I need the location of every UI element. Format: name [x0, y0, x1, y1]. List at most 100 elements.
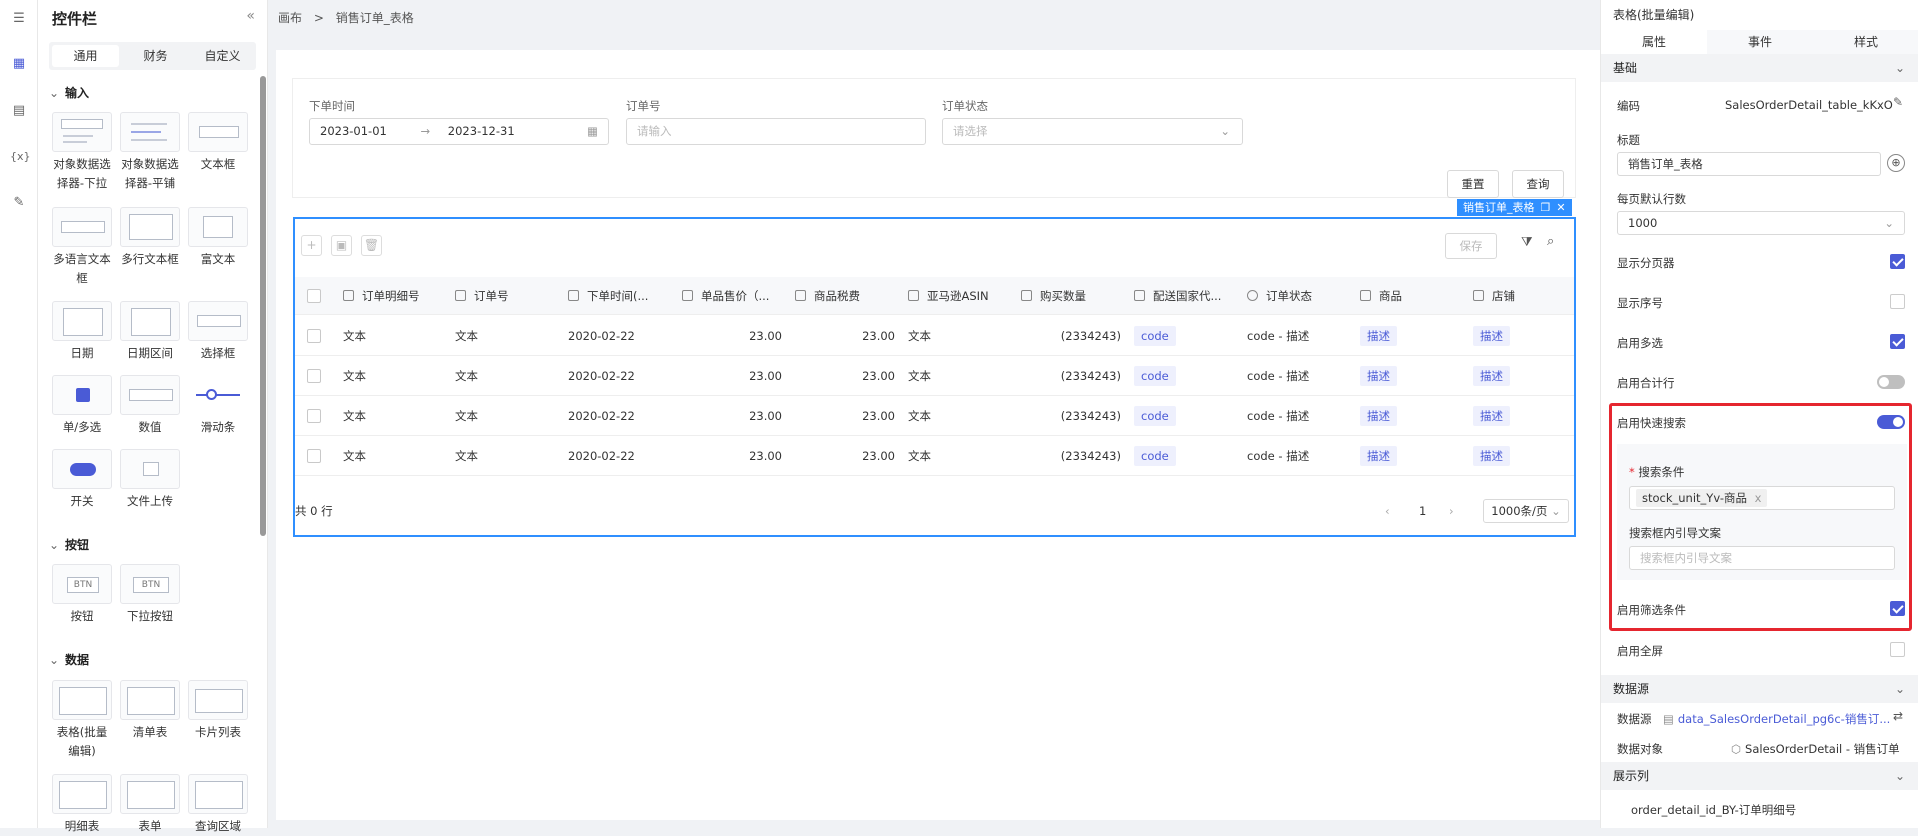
section-basic[interactable]: 基础 ⌄ [1601, 54, 1918, 82]
show-index-checkbox[interactable] [1890, 294, 1905, 309]
col-header[interactable]: 亚马逊ASIN [908, 277, 989, 315]
outline-icon[interactable]: ☰ [10, 10, 28, 28]
add-icon[interactable]: + [301, 235, 322, 256]
fullscreen-checkbox[interactable] [1890, 642, 1905, 657]
tab-properties[interactable]: 属性 [1601, 30, 1707, 54]
widget-number[interactable]: 数值 [120, 375, 180, 437]
widget-list-table[interactable]: 清单表 [120, 680, 180, 742]
tab-general[interactable]: 通用 [52, 45, 119, 67]
widget-object-tiled[interactable]: 对象数据选择器-平铺 [120, 112, 180, 193]
col-header[interactable]: 下单时间(... [568, 277, 648, 315]
selected-component-tag[interactable]: 销售订单_表格 ❐ ✕ [1457, 199, 1572, 216]
widget-multilang-textbox[interactable]: 多语言文本框 [52, 207, 112, 288]
table-row[interactable]: 文本 文本 2020-02-22 23.00 23.00 文本 (2334243… [295, 316, 1574, 356]
widget-detail-table[interactable]: 明细表 [52, 774, 112, 836]
widget-object-dropdown[interactable]: 对象数据选择器-下拉 [52, 112, 112, 193]
col-header[interactable]: 购买数量 [1021, 277, 1086, 315]
widget-switch[interactable]: 开关 [52, 449, 112, 511]
settings-icon[interactable]: ✎ [10, 194, 28, 212]
page-number[interactable]: 1 [1419, 501, 1426, 521]
row-checkbox[interactable] [307, 329, 321, 343]
multi-select-checkbox[interactable] [1890, 334, 1905, 349]
filter-icon[interactable]: ⧩ [1521, 235, 1533, 250]
status-select[interactable]: 请选择 ⌄ [942, 118, 1243, 145]
edit-icon[interactable]: ✎ [1893, 95, 1903, 109]
date-range-input[interactable]: 2023-01-01 → 2023-12-31 ▦ [309, 118, 609, 145]
select-all-checkbox[interactable] [307, 289, 321, 303]
section-button[interactable]: ⌄ 按钮 [49, 536, 89, 553]
section-input[interactable]: ⌄ 输入 [49, 84, 89, 101]
swap-icon[interactable]: ⇄ [1893, 709, 1903, 723]
tab-styles[interactable]: 样式 [1813, 30, 1918, 54]
tab-custom[interactable]: 自定义 [189, 42, 256, 70]
widget-textbox[interactable]: 文本框 [188, 112, 248, 174]
tab-finance[interactable]: 财务 [122, 42, 189, 70]
col-header[interactable]: 订单明细号 [343, 277, 420, 315]
order-input[interactable]: 请输入 [626, 118, 926, 145]
section-data[interactable]: ⌄ 数据 [49, 651, 89, 668]
collapse-icon[interactable]: « [246, 8, 255, 24]
widget-dropdown-button[interactable]: BTN 下拉按钮 [120, 564, 180, 626]
widget-table-batch[interactable]: 表格(批量编辑) [52, 680, 112, 761]
widgets-icon[interactable]: ▦ [10, 55, 28, 73]
table-row[interactable]: 文本 文本 2020-02-22 23.00 23.00 文本 (2334243… [295, 356, 1574, 396]
col-header[interactable]: 商品税费 [795, 277, 860, 315]
prev-page-icon[interactable]: ‹ [1385, 501, 1390, 521]
copy-row-icon[interactable]: ▣ [331, 235, 352, 256]
cell: 23.00 [862, 409, 895, 423]
datasource-value[interactable]: ▤ data_SalesOrderDetail_pg6c-销售订... [1663, 711, 1890, 727]
tab-events[interactable]: 事件 [1707, 30, 1813, 54]
title-input[interactable]: 销售订单_表格 [1617, 152, 1881, 176]
cell: 23.00 [862, 329, 895, 343]
table-row[interactable]: 文本 文本 2020-02-22 23.00 23.00 文本 (2334243… [295, 436, 1574, 476]
widget-form[interactable]: 表单 [120, 774, 180, 836]
col-header[interactable]: 单品售价（... [682, 277, 769, 315]
widget-bar-scrollbar[interactable] [260, 76, 266, 536]
page-size-select[interactable]: 1000条/页 ⌄ [1483, 499, 1569, 523]
widget-query-area[interactable]: 查询区域 [188, 774, 248, 836]
col-header[interactable]: 店铺 [1473, 277, 1515, 315]
show-pager-checkbox[interactable] [1890, 254, 1905, 269]
widget-file-upload[interactable]: 文件上传 [120, 449, 180, 511]
copy-icon[interactable]: ❐ [1541, 201, 1551, 214]
widget-checkbox[interactable]: 单/多选 [52, 375, 112, 437]
table-row[interactable]: 文本 文本 2020-02-22 23.00 23.00 文本 (2334243… [295, 396, 1574, 436]
widget-multiline-textbox[interactable]: 多行文本框 [120, 207, 180, 269]
section-datasource[interactable]: 数据源 ⌄ [1601, 675, 1918, 703]
row-checkbox[interactable] [307, 369, 321, 383]
calendar-icon[interactable]: ▦ [587, 119, 598, 144]
close-icon[interactable]: ✕ [1556, 201, 1565, 214]
next-page-icon[interactable]: › [1449, 501, 1454, 521]
breadcrumb-root[interactable]: 画布 [278, 11, 302, 25]
widget-date[interactable]: 日期 [52, 301, 112, 363]
section-display-columns[interactable]: 展示列 ⌄ [1601, 762, 1918, 790]
widget-card-list[interactable]: 卡片列表 [188, 680, 248, 742]
display-column-item[interactable]: order_detail_id_BY-订单明细号 [1631, 802, 1796, 818]
col-header[interactable]: 订单号 [455, 277, 509, 315]
panel-title: 表格(批量编辑) [1613, 8, 1695, 22]
row-checkbox[interactable] [307, 449, 321, 463]
reset-button[interactable]: 重置 [1447, 170, 1499, 198]
globe-icon[interactable]: ⊕ [1887, 154, 1905, 172]
pages-icon[interactable]: ▤ [10, 102, 28, 120]
search-icon[interactable]: ⌕ [1547, 234, 1554, 249]
delete-icon[interactable]: 🗑 [361, 235, 382, 256]
row-checkbox[interactable] [307, 409, 321, 423]
col-header[interactable]: 订单状态 [1247, 277, 1312, 315]
widget-button[interactable]: BTN 按钮 [52, 564, 112, 626]
widget-date-range[interactable]: 日期区间 [120, 301, 180, 363]
variables-icon[interactable]: {x} [10, 148, 31, 166]
cell: 文本 [455, 329, 478, 343]
widget-slider[interactable]: 滑动条 [188, 375, 248, 437]
sales-order-table[interactable]: + ▣ 🗑 保存 ⧩ ⌕ 订单明细号 订单号 下单时间(... 单品售价（...… [293, 217, 1576, 537]
widget-richtext[interactable]: 富文本 [188, 207, 248, 269]
widget-select[interactable]: 选择框 [188, 301, 248, 363]
col-header[interactable]: 商品 [1360, 277, 1402, 315]
sum-row-switch[interactable] [1877, 375, 1905, 389]
col-header[interactable]: 配送国家代... [1134, 277, 1221, 315]
query-button[interactable]: 查询 [1512, 170, 1564, 198]
rows-per-page-select[interactable]: 1000 ⌄ [1617, 211, 1905, 235]
cell: code - 描述 [1247, 409, 1310, 423]
save-button[interactable]: 保存 [1445, 233, 1497, 259]
status-placeholder: 请选择 [953, 124, 988, 138]
